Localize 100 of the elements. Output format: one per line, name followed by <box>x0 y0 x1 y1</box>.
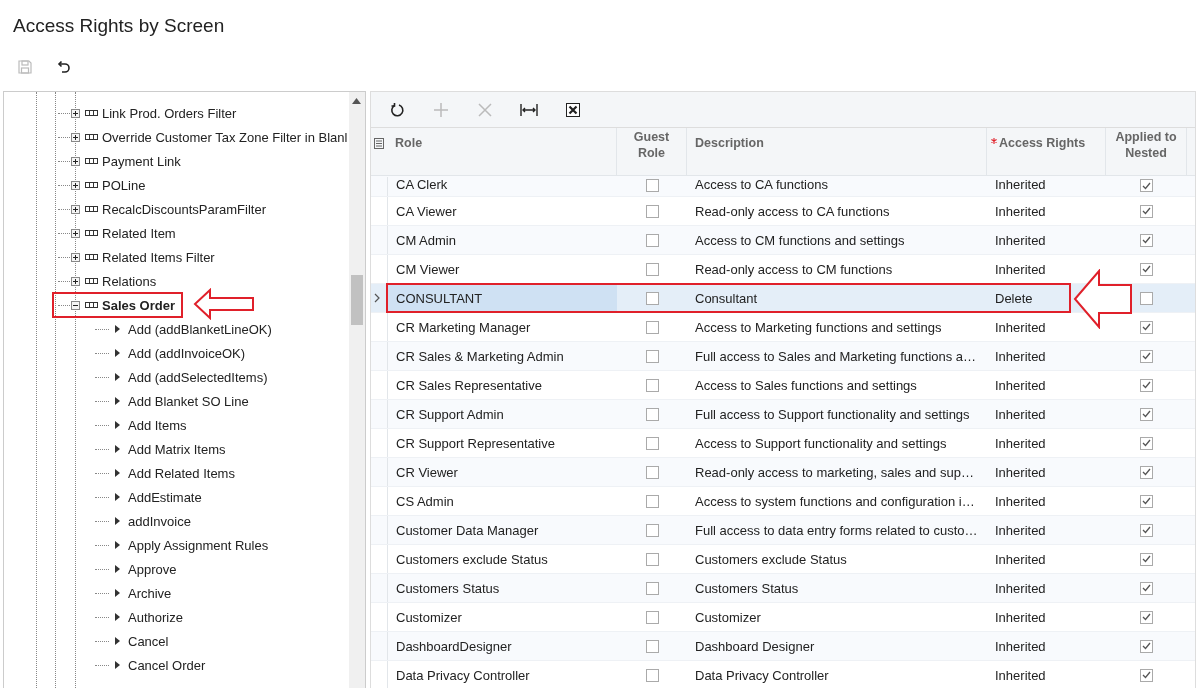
checkbox[interactable] <box>645 610 659 624</box>
checkbox[interactable] <box>1140 378 1153 392</box>
tree-item[interactable]: Archive <box>128 585 172 601</box>
expander-icon[interactable] <box>71 300 80 310</box>
tree-item[interactable]: Approve <box>128 561 177 577</box>
table-row[interactable]: CA Clerk Access to CA functions Inherited <box>371 176 1195 197</box>
column-header[interactable]: Access Rights <box>999 136 1086 150</box>
checkbox[interactable] <box>645 233 659 247</box>
tree-item[interactable]: RecalcDiscountsParamFilter <box>102 201 266 217</box>
checkbox[interactable] <box>1140 494 1153 508</box>
checkbox[interactable] <box>1140 668 1153 682</box>
expand-arrow-icon[interactable] <box>115 445 120 453</box>
checkbox[interactable] <box>1140 320 1153 334</box>
expand-arrow-icon[interactable] <box>115 661 120 669</box>
checkbox[interactable] <box>1140 523 1153 537</box>
checkbox[interactable] <box>1140 465 1153 479</box>
table-row[interactable]: Customer Data Manager Full access to data entry forms related to custo… Inherited <box>371 516 1195 545</box>
expander-icon[interactable] <box>71 276 80 286</box>
checkbox[interactable] <box>1140 349 1153 363</box>
tree-item[interactable]: Link Prod. Orders Filter <box>102 105 237 121</box>
tree-item[interactable]: Add Items <box>128 417 187 433</box>
expand-arrow-icon[interactable] <box>115 589 120 597</box>
expander-icon[interactable] <box>71 180 80 190</box>
expand-arrow-icon[interactable] <box>115 373 120 381</box>
expand-arrow-icon[interactable] <box>115 325 120 333</box>
expand-arrow-icon[interactable] <box>115 421 120 429</box>
tree-item[interactable]: Add Blanket SO Line <box>128 393 249 409</box>
expander-icon[interactable] <box>71 252 80 262</box>
checkbox[interactable] <box>645 378 659 392</box>
tree-item[interactable]: Add Matrix Items <box>128 441 226 457</box>
tree-item[interactable]: Add (addInvoiceOK) <box>128 345 246 361</box>
table-row[interactable]: CR Sales & Marketing Admin Full access to Sales and Marketing functions a… Inherited <box>371 342 1195 371</box>
tree-item[interactable]: AddEstimate <box>128 489 202 505</box>
checkbox[interactable] <box>645 494 659 508</box>
checkbox[interactable] <box>645 179 659 192</box>
expand-arrow-icon[interactable] <box>115 349 120 357</box>
expander-icon[interactable] <box>71 132 80 142</box>
checkbox[interactable] <box>645 291 659 305</box>
table-row[interactable]: CR Support Admin Full access to Support functionality and settings Inherited <box>371 400 1195 429</box>
checkbox[interactable] <box>1140 610 1153 624</box>
checkbox[interactable] <box>645 668 659 682</box>
checkbox[interactable] <box>645 262 659 276</box>
column-header[interactable]: Applied to Nested <box>1114 129 1178 161</box>
tree-item[interactable]: Cancel <box>128 633 169 649</box>
tree-item[interactable]: Add (addBlanketLineOK) <box>128 321 272 337</box>
expand-arrow-icon[interactable] <box>115 397 120 405</box>
expand-arrow-icon[interactable] <box>115 637 120 645</box>
tree-item[interactable]: Cancel Order <box>128 657 206 673</box>
tree-item[interactable]: Payment Link <box>102 153 181 169</box>
tree-item[interactable]: Authorize <box>128 609 183 625</box>
checkbox[interactable] <box>1140 291 1153 305</box>
checkbox[interactable] <box>1140 262 1153 276</box>
table-row[interactable]: DashboardDesigner Dashboard Designer Inherited <box>371 632 1195 661</box>
checkbox[interactable] <box>1140 639 1153 653</box>
checkbox[interactable] <box>645 552 659 566</box>
tree-item[interactable]: Relations <box>102 273 157 289</box>
checkbox[interactable] <box>1140 436 1153 450</box>
scroll-up-icon[interactable] <box>352 98 361 104</box>
tree-item[interactable]: Override Customer Tax Zone Filter in Blanl <box>102 129 348 145</box>
tree-item[interactable]: Add (addSelectedItems) <box>128 369 268 385</box>
tree-item[interactable]: POLine <box>102 177 146 193</box>
checkbox[interactable] <box>1140 581 1153 595</box>
expander-icon[interactable] <box>71 204 80 214</box>
checkbox[interactable] <box>645 204 659 218</box>
checkbox[interactable] <box>645 407 659 421</box>
expander-icon[interactable] <box>71 228 80 238</box>
scroll-thumb[interactable] <box>351 275 363 325</box>
table-row[interactable]: Data Privacy Controller Data Privacy Controller Inherited <box>371 661 1195 688</box>
checkbox[interactable] <box>645 436 659 450</box>
expand-arrow-icon[interactable] <box>115 613 120 621</box>
column-header[interactable]: Role <box>395 136 423 150</box>
expand-arrow-icon[interactable] <box>115 469 120 477</box>
tree-item[interactable]: Apply Assignment Rules <box>128 537 269 553</box>
table-row[interactable]: CR Viewer Read-only access to marketing, sales and sup… Inherited <box>371 458 1195 487</box>
expand-arrow-icon[interactable] <box>115 541 120 549</box>
column-chooser-icon[interactable] <box>374 138 384 149</box>
checkbox[interactable] <box>645 349 659 363</box>
tree-item[interactable]: Add Related Items <box>128 465 235 481</box>
checkbox[interactable] <box>1140 407 1153 421</box>
expand-arrow-icon[interactable] <box>115 565 120 573</box>
expand-arrow-icon[interactable] <box>115 493 120 501</box>
checkbox[interactable] <box>1140 233 1153 247</box>
checkbox[interactable] <box>645 523 659 537</box>
column-header[interactable]: Description <box>695 136 764 150</box>
checkbox[interactable] <box>1140 204 1153 218</box>
checkbox[interactable] <box>645 581 659 595</box>
table-row[interactable]: CM Admin Access to CM functions and settings Inherited <box>371 226 1195 255</box>
expander-icon[interactable] <box>71 108 80 118</box>
expand-arrow-icon[interactable] <box>115 517 120 525</box>
checkbox[interactable] <box>1140 179 1153 192</box>
checkbox[interactable] <box>1140 552 1153 566</box>
tree-item[interactable]: addInvoice <box>128 513 191 529</box>
column-header[interactable]: Guest Role <box>625 129 678 161</box>
tree-item[interactable]: Related Items Filter <box>102 249 215 265</box>
checkbox[interactable] <box>645 320 659 334</box>
table-row[interactable]: Customers Status Customers Status Inherited <box>371 574 1195 603</box>
expander-icon[interactable] <box>71 156 80 166</box>
tree-item[interactable]: Related Item <box>102 225 176 241</box>
checkbox[interactable] <box>645 465 659 479</box>
checkbox[interactable] <box>645 639 659 653</box>
